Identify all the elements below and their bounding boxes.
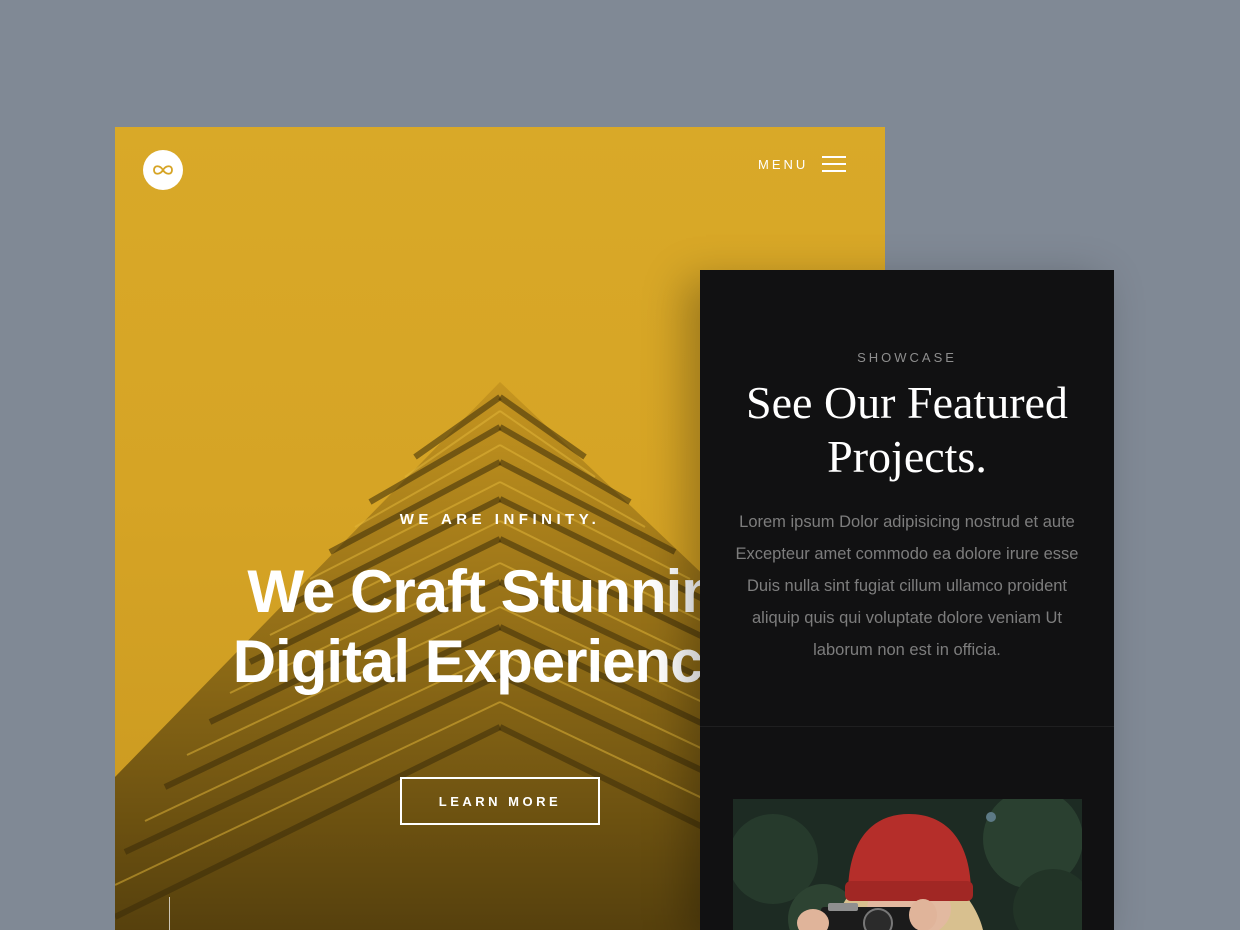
section-divider bbox=[700, 726, 1114, 727]
showcase-description: Lorem ipsum Dolor adipisicing nostrud et… bbox=[735, 513, 1079, 659]
hamburger-icon bbox=[822, 156, 847, 172]
showcase-section: SHOWCASE See Our Featured Projects. Lore… bbox=[700, 270, 1114, 930]
showcase-eyebrow: SHOWCASE bbox=[857, 350, 957, 365]
hero-title-line1: We Craft Stunning bbox=[247, 558, 753, 625]
showcase-title: See Our Featured Projects. bbox=[700, 376, 1114, 484]
infinity-icon bbox=[153, 165, 173, 175]
photographer-image bbox=[733, 799, 1082, 930]
menu-label: MENU bbox=[758, 156, 809, 172]
infinity-logo-button[interactable] bbox=[143, 150, 183, 190]
showcase-title-line2: Projects. bbox=[827, 431, 987, 482]
hero-title-line2: Digital Experiences bbox=[232, 628, 769, 695]
showcase-title-line1: See Our Featured bbox=[746, 377, 1068, 428]
menu-toggle[interactable]: MENU bbox=[758, 155, 847, 173]
learn-more-button[interactable]: LEARN MORE bbox=[400, 777, 600, 825]
featured-project-photo[interactable] bbox=[733, 799, 1082, 930]
scroll-indicator bbox=[169, 897, 170, 930]
